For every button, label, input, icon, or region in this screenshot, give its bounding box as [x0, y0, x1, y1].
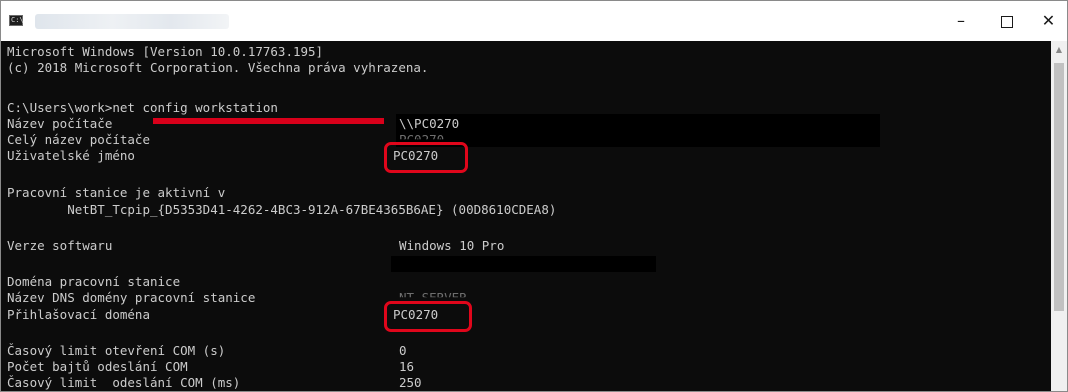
com-send-label: Časový limit odeslání COM (ms)	[7, 375, 241, 390]
minimize-button[interactable]: –	[938, 1, 984, 41]
com-open-label: Časový limit otevření COM (s)	[7, 343, 226, 358]
scrollbar-thumb[interactable]	[1054, 63, 1064, 311]
computer-name-label: Název počítače	[7, 116, 113, 131]
logon-domain-label: Přihlašovací doména	[7, 307, 150, 322]
workstation-active-value: NetBT_Tcpip_{D5353D41-4262-4BC3-912A-67B…	[7, 202, 557, 217]
console-line-command: C:\Users\work>net config workstation	[7, 100, 278, 115]
software-label: Verze softwaru	[7, 238, 113, 253]
com-bytes-value: 16	[399, 359, 415, 374]
console-line-version: Microsoft Windows [Version 10.0.17763.19…	[7, 44, 324, 59]
redaction-block	[391, 256, 656, 272]
user-name-highlight	[384, 142, 468, 173]
window-title-redacted	[35, 14, 229, 29]
com-bytes-label: Počet bajtů odeslání COM	[7, 359, 188, 374]
maximize-icon	[1001, 15, 1013, 28]
software-value: Windows 10 Pro	[399, 238, 505, 253]
domain-label: Doména pracovní stanice	[7, 274, 181, 289]
title-bar[interactable]: C:\ – ✕	[1, 1, 1067, 41]
redaction-block	[396, 114, 880, 147]
com-open-value: 0	[399, 343, 407, 358]
redaction-line	[153, 118, 384, 124]
vertical-scrollbar[interactable]: ▲	[1051, 41, 1067, 391]
com-send-value: 250	[399, 375, 422, 390]
maximize-button[interactable]	[984, 1, 1030, 41]
computer-name-value: \\PC0270	[399, 116, 460, 131]
full-name-label: Celý název počítače	[7, 132, 150, 147]
workstation-active-label: Pracovní stanice je aktivní v	[7, 185, 226, 200]
logon-domain-highlight	[384, 301, 472, 332]
dns-label: Název DNS domény pracovní stanice	[7, 290, 256, 305]
user-name-label: Uživatelské jméno	[7, 148, 135, 163]
console-line-copyright: (c) 2018 Microsoft Corporation. Všechna …	[7, 60, 429, 75]
command-prompt-window: C:\ – ✕ Microsoft Windows [Version 10.0.…	[0, 0, 1068, 392]
cmd-icon[interactable]: C:\	[9, 15, 24, 26]
close-button[interactable]: ✕	[1030, 1, 1067, 41]
scroll-up-arrow-icon[interactable]: ▲	[1051, 41, 1067, 58]
